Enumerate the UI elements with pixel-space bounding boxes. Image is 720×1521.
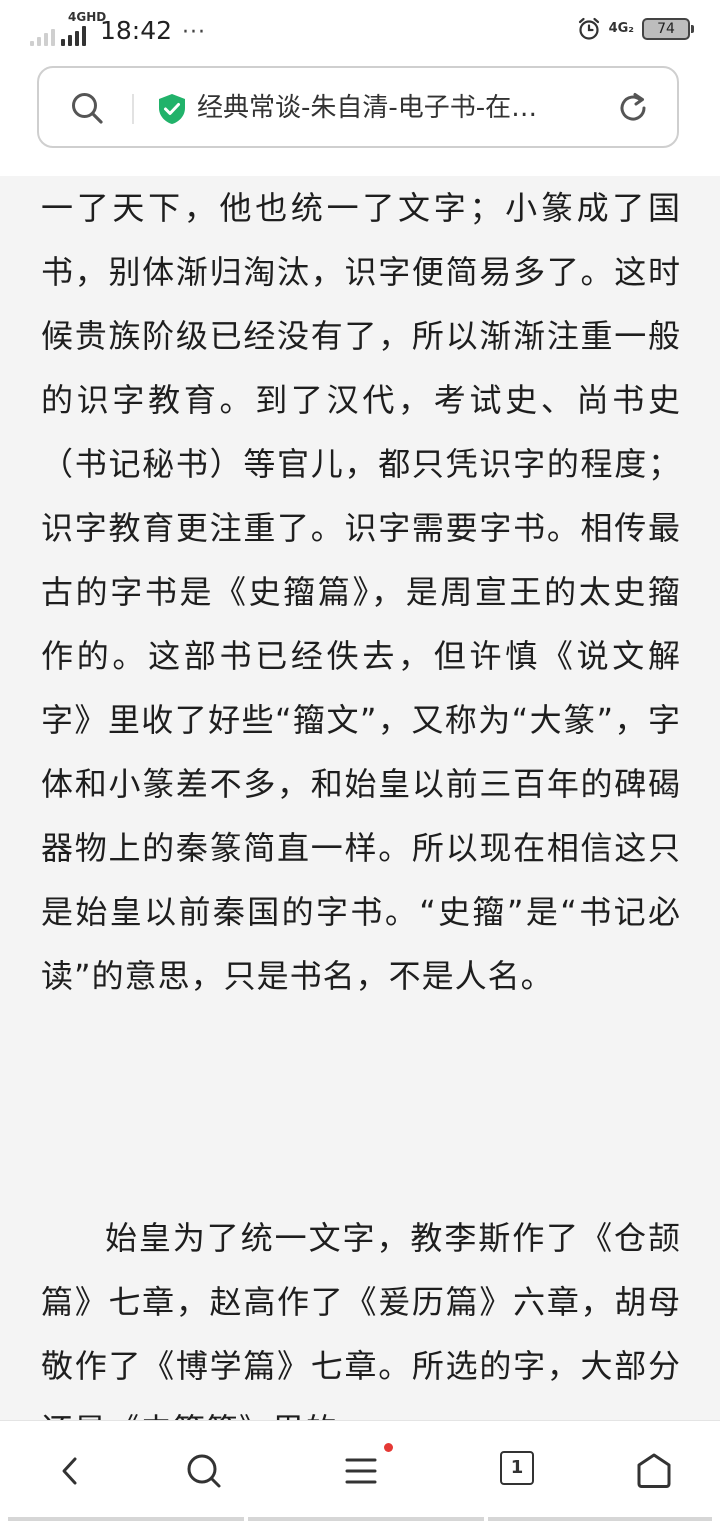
notification-dot: [384, 1443, 393, 1452]
status-bar: 18:42 ··· 4GHD 4G₂ 74: [0, 0, 720, 58]
signal-icon-sim2: [61, 22, 86, 46]
gesture-bar: [0, 1517, 720, 1521]
article-paragraph: 始皇为了统一文字，教李斯作了《仓颉篇》七章，赵高作了《爰历篇》六章，胡母敬作了《…: [41, 1219, 681, 1420]
back-icon[interactable]: [50, 1451, 90, 1491]
status-right: 4G₂ 74: [577, 14, 694, 44]
home-icon[interactable]: [634, 1451, 674, 1491]
article-paragraph: 一了天下，他也统一了文字；小篆成了国书，别体渐归淘汰，识字便简易多了。这时候贵族…: [41, 189, 681, 995]
menu-button[interactable]: [342, 1443, 393, 1491]
search-icon[interactable]: [184, 1451, 224, 1491]
refresh-icon[interactable]: [615, 90, 651, 126]
tab-count: 1: [500, 1451, 534, 1485]
address-divider: [132, 94, 134, 124]
search-icon[interactable]: [69, 90, 105, 126]
address-bar[interactable]: 经典常谈-朱自清-电子书-在…: [37, 66, 679, 148]
page-title[interactable]: 经典常谈-朱自清-电子书-在…: [197, 88, 597, 128]
battery-icon: 74: [642, 18, 694, 40]
tabs-button[interactable]: 1: [500, 1451, 540, 1491]
signal-icon-sim1: [30, 22, 55, 46]
bottom-navigation: 1: [0, 1420, 720, 1521]
menu-icon: [345, 1458, 377, 1484]
network-4g-icon: 4G₂: [608, 21, 634, 36]
clock-time: 18:42: [100, 16, 173, 45]
secure-shield-icon: [159, 94, 185, 124]
status-left: 18:42 ···: [30, 12, 206, 46]
article-content[interactable]: 一了天下，他也统一了文字；小篆成了国书，别体渐归淘汰，识字便简易多了。这时候贵族…: [0, 176, 720, 1420]
network-type-label: 4GHD: [68, 10, 107, 24]
alarm-clock-icon: [578, 17, 599, 40]
browser-header: 经典常谈-朱自清-电子书-在…: [0, 58, 720, 176]
battery-level: 74: [657, 21, 675, 37]
more-notifications-icon: ···: [182, 20, 207, 45]
